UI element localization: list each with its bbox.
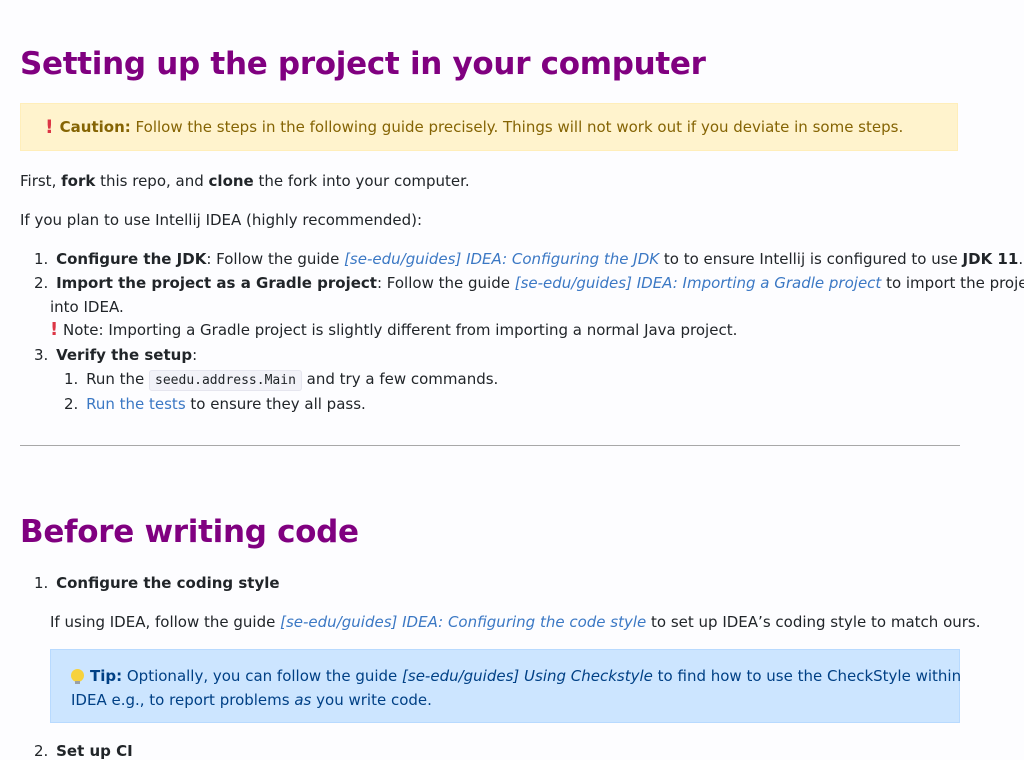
paragraph-fork-clone: First, fork this repo, and clone the for… bbox=[20, 172, 470, 190]
paragraph-intellij: If you plan to use Intellij IDEA (highly… bbox=[20, 211, 423, 229]
list-item-coding-style: 1. Configure the coding style bbox=[34, 574, 280, 592]
text: First, bbox=[20, 172, 62, 190]
link-run-tests[interactable]: Run the tests bbox=[86, 395, 186, 413]
text: IDEA e.g., to report problems bbox=[71, 691, 295, 709]
list-number: 1. bbox=[34, 574, 49, 592]
caution-body: Follow the steps in the following guide … bbox=[130, 118, 904, 136]
caution-text: Caution: Follow the steps in the followi… bbox=[60, 118, 904, 136]
text: : bbox=[192, 346, 198, 364]
list-number: 1. bbox=[64, 370, 79, 388]
gradle-note: ! Note: Importing a Gradle project is sl… bbox=[50, 319, 738, 340]
list-number: 1. bbox=[34, 250, 49, 268]
text: to ensure they all pass. bbox=[185, 395, 366, 413]
caution-box: ! Caution: Follow the steps in the follo… bbox=[20, 103, 958, 151]
section-heading-before-writing-code: Before writing code bbox=[20, 514, 359, 550]
text: to to ensure Intellij is configured to u… bbox=[659, 250, 963, 268]
list-item-continuation: into IDEA. bbox=[50, 298, 124, 316]
text: Run the bbox=[86, 370, 150, 388]
paragraph-code-style: If using IDEA, follow the guide [se-edu/… bbox=[50, 613, 981, 631]
text: Optionally, you can follow the guide bbox=[122, 667, 403, 685]
text: to find how to use the CheckStyle within bbox=[652, 667, 962, 685]
text: If using IDEA, follow the guide bbox=[50, 613, 281, 631]
tip-label: Tip: bbox=[90, 667, 123, 685]
list-item-import-gradle: 2. Import the project as a Gradle projec… bbox=[34, 274, 1024, 292]
text: . bbox=[1018, 250, 1024, 268]
link-using-checkstyle[interactable]: [se-edu/guides] Using Checkstyle bbox=[402, 667, 653, 685]
bold-jdk-version: JDK 11 bbox=[962, 250, 1019, 268]
text: you write code. bbox=[311, 691, 432, 709]
step-title: Import the project as a Gradle project bbox=[56, 274, 377, 292]
list-item-verify-setup: 3. Verify the setup: bbox=[34, 346, 197, 364]
list-number: 2. bbox=[34, 742, 49, 760]
list-number: 2. bbox=[64, 395, 79, 413]
bold-clone: clone bbox=[208, 172, 254, 190]
sub-item-run-main: 1. Run the seedu.address.Main and try a … bbox=[64, 370, 499, 391]
sub-item-run-tests: 2. Run the tests to ensure they all pass… bbox=[64, 395, 366, 413]
text: to set up IDEA’s coding style to match o… bbox=[646, 613, 981, 631]
section-heading-setup: Setting up the project in your computer bbox=[20, 46, 706, 82]
list-item-set-up-ci: 2. Set up CI bbox=[34, 742, 133, 760]
text: this repo, and bbox=[95, 172, 209, 190]
list-item-configure-jdk: 1. Configure the JDK: Follow the guide [… bbox=[34, 250, 1023, 268]
tip-box: Tip: Optionally, you can follow the guid… bbox=[50, 649, 962, 723]
list-number: 2. bbox=[34, 274, 49, 292]
step-title: Set up CI bbox=[56, 742, 133, 760]
text: the fork into your computer. bbox=[253, 172, 470, 190]
code-main-class: seedu.address.Main bbox=[149, 370, 302, 391]
step-title: Configure the coding style bbox=[56, 574, 280, 592]
note-text: Note: Importing a Gradle project is slig… bbox=[58, 321, 738, 339]
lightbulb-icon bbox=[71, 669, 84, 684]
text: and try a few commands. bbox=[301, 370, 499, 388]
text: : Follow the guide bbox=[206, 250, 345, 268]
text: to import the project bbox=[886, 274, 1024, 292]
exclamation-icon: ! bbox=[50, 319, 59, 340]
list-number: 3. bbox=[34, 346, 49, 364]
caution-label: Caution: bbox=[59, 118, 131, 136]
step-title: Verify the setup bbox=[56, 346, 193, 364]
link-importing-gradle[interactable]: [se-edu/guides] IDEA: Importing a Gradle… bbox=[515, 274, 882, 292]
step-title: Configure the JDK bbox=[56, 250, 207, 268]
exclamation-icon: ! bbox=[45, 115, 54, 138]
bold-fork: fork bbox=[61, 172, 96, 190]
section-divider bbox=[20, 445, 960, 446]
emphasis-as: as bbox=[294, 691, 312, 709]
text: : Follow the guide bbox=[376, 274, 515, 292]
link-configuring-code-style[interactable]: [se-edu/guides] IDEA: Configuring the co… bbox=[280, 613, 646, 631]
link-configuring-jdk[interactable]: [se-edu/guides] IDEA: Configuring the JD… bbox=[344, 250, 659, 268]
